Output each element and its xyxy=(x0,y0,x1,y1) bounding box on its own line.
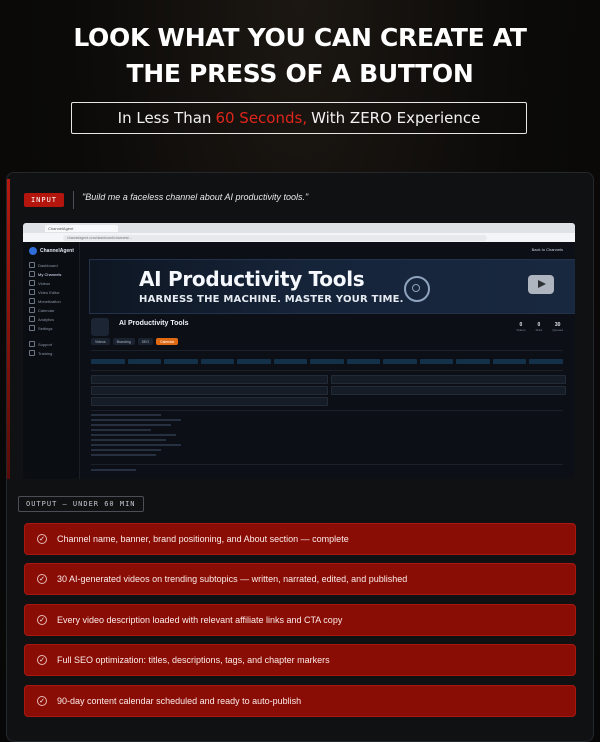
content-card xyxy=(91,386,328,395)
channel-tabs: Videos Branding SEO Calendar xyxy=(91,338,179,345)
content-card xyxy=(331,386,566,395)
gear-icon xyxy=(404,276,430,302)
nav-dashboard: Dashboard xyxy=(29,262,58,268)
content-card xyxy=(91,397,328,406)
stat-queued: 30 Queued xyxy=(552,322,563,332)
tab-calendar: Calendar xyxy=(156,338,179,345)
tab-videos: Videos xyxy=(91,338,110,345)
help-icon xyxy=(29,341,35,347)
check-icon: ✓ xyxy=(37,655,47,665)
play-icon xyxy=(528,275,554,294)
logo-text: ChannelAgent xyxy=(40,248,74,254)
subheadline-after: With ZERO Experience xyxy=(311,109,481,127)
content-card xyxy=(91,375,328,384)
dollar-icon xyxy=(29,298,35,304)
browser-chrome: ChannelAgent xyxy=(23,223,575,233)
nav-label: Support xyxy=(38,341,53,347)
nav-label: Video Editor xyxy=(38,289,60,295)
check-icon: ✓ xyxy=(37,696,47,706)
separator xyxy=(91,350,563,351)
channels-icon xyxy=(29,271,35,277)
nav-calendar: Calendar xyxy=(29,307,54,313)
output-item-text: 90-day content calendar scheduled and re… xyxy=(57,696,302,706)
nav-label: Monetization xyxy=(38,298,61,304)
video-icon xyxy=(29,280,35,286)
app-sidebar: ChannelAgent Dashboard My Channels Video… xyxy=(23,242,80,479)
channel-stats: 0 Videos 0 Subs 30 Queued xyxy=(516,322,563,332)
separator xyxy=(91,410,563,411)
url-bar: channelagent.com/dashboard/channels/... xyxy=(23,233,575,242)
nav-support: Support xyxy=(29,341,52,347)
keyword-chips xyxy=(91,359,563,365)
separator xyxy=(91,370,563,371)
nav-label: Calendar xyxy=(38,307,55,313)
output-item: ✓ 30 AI-generated videos on trending sub… xyxy=(24,563,576,595)
check-icon: ✓ xyxy=(37,574,47,584)
subheadline-highlight: 60 Seconds, xyxy=(215,109,308,127)
banner-subtitle: HARNESS THE MACHINE. MASTER YOUR TIME. xyxy=(139,294,404,305)
input-prompt: "Build me a faceless channel about AI pr… xyxy=(82,192,309,202)
output-item-text: Channel name, banner, brand positioning,… xyxy=(57,534,349,544)
url-text: channelagent.com/dashboard/channels/... xyxy=(63,234,487,241)
stat-subs: 0 Subs xyxy=(535,322,543,332)
output-item-text: 30 AI-generated videos on trending subto… xyxy=(57,574,408,584)
app-screenshot: ChannelAgent channelagent.com/dashboard/… xyxy=(23,223,575,479)
chart-icon xyxy=(29,316,35,322)
headline-line-1: LOOK WHAT YOU CAN CREATE AT xyxy=(73,23,527,52)
nav-training: Training xyxy=(29,350,52,356)
input-tag: INPUT xyxy=(24,193,64,207)
output-item-text: Full SEO optimization: titles, descripti… xyxy=(57,655,330,665)
nav-label: Training xyxy=(38,350,53,356)
output-item-text: Every video description loaded with rele… xyxy=(57,615,343,625)
nav-label: Dashboard xyxy=(38,262,58,268)
output-item: ✓ Full SEO optimization: titles, descrip… xyxy=(24,644,576,676)
output-item: ✓ Channel name, banner, brand positionin… xyxy=(24,523,576,555)
nav-settings: Settings xyxy=(29,325,52,331)
output-item: ✓ 90-day content calendar scheduled and … xyxy=(24,685,576,717)
logo-icon xyxy=(29,247,37,255)
nav-videos: Videos xyxy=(29,280,50,286)
nav-video-editor: Video Editor xyxy=(29,289,60,295)
tab-seo: SEO xyxy=(137,338,154,345)
gear-icon xyxy=(29,325,35,331)
nav-label: My Channels xyxy=(38,271,62,277)
channel-banner: AI Productivity Tools HARNESS THE MACHIN… xyxy=(89,259,575,314)
nav-label: Settings xyxy=(38,325,53,331)
dashboard-icon xyxy=(29,262,35,268)
divider xyxy=(73,191,74,209)
nav-label: Analytics xyxy=(38,316,55,322)
browser-tab: ChannelAgent xyxy=(45,224,118,232)
nav-my-channels: My Channels xyxy=(29,271,61,277)
output-item: ✓ Every video description loaded with re… xyxy=(24,604,576,636)
back-link: Back to Channels xyxy=(531,247,563,252)
subheadline-box: In Less Than 60 Seconds, With ZERO Exper… xyxy=(71,102,527,134)
output-tag: OUTPUT — UNDER 60 MIN xyxy=(18,496,144,512)
stat-videos: 0 Videos xyxy=(516,322,526,332)
nav-label: Videos xyxy=(38,280,51,286)
subheadline-before: In Less Than xyxy=(117,109,212,127)
channel-name: AI Productivity Tools xyxy=(119,320,189,327)
app-window: ChannelAgent Dashboard My Channels Video… xyxy=(23,242,575,479)
nav-monetization: Monetization xyxy=(29,298,61,304)
tab-branding: Branding xyxy=(112,338,135,345)
app-logo: ChannelAgent xyxy=(29,247,74,255)
separator xyxy=(91,464,563,465)
channel-avatar xyxy=(91,318,109,336)
banner-title: AI Productivity Tools xyxy=(139,267,365,291)
check-icon: ✓ xyxy=(37,534,47,544)
headline-line-2: THE PRESS OF A BUTTON xyxy=(126,59,474,88)
panel-accent-bar xyxy=(7,179,10,479)
book-icon xyxy=(29,350,35,356)
nav-analytics: Analytics xyxy=(29,316,54,322)
content-card xyxy=(331,375,566,384)
calendar-icon xyxy=(29,307,35,313)
check-icon: ✓ xyxy=(37,615,47,625)
editor-icon xyxy=(29,289,35,295)
